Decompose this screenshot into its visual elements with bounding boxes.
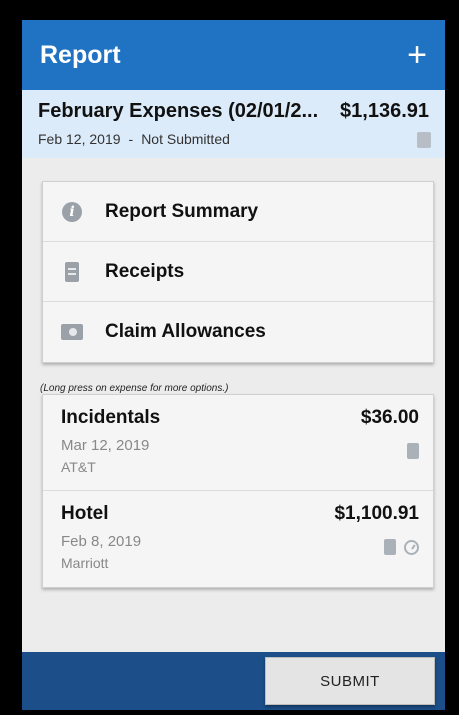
expense-item-incidentals[interactable]: Incidentals $36.00 Mar 12, 2019 AT&T bbox=[43, 395, 433, 491]
receipt-icon bbox=[65, 261, 79, 282]
expense-list: Incidentals $36.00 Mar 12, 2019 AT&T Hot… bbox=[42, 394, 434, 588]
receipt-icon bbox=[384, 539, 396, 555]
info-icon: i bbox=[62, 201, 82, 222]
menu-item-label: Receipts bbox=[105, 260, 185, 282]
expense-item-hotel[interactable]: Hotel $1,100.91 Feb 8, 2019 Marriott bbox=[43, 491, 433, 587]
app-screen: Report + February Expenses (02/01/2... $… bbox=[22, 20, 445, 710]
expense-date: Feb 8, 2019 bbox=[61, 533, 142, 550]
report-status: Not Submitted bbox=[141, 131, 230, 147]
expense-vendor: Marriott bbox=[61, 555, 109, 571]
page-title: Report bbox=[40, 40, 121, 69]
expense-date: Mar 12, 2019 bbox=[61, 437, 150, 454]
menu-item-report-summary[interactable]: i Report Summary bbox=[43, 182, 433, 242]
money-icon bbox=[61, 324, 83, 340]
menu-item-label: Claim Allowances bbox=[105, 321, 266, 342]
menu-item-receipts[interactable]: Receipts bbox=[43, 242, 433, 302]
report-menu: i Report Summary Receipts Claim Allowanc… bbox=[42, 181, 434, 363]
menu-item-label: Report Summary bbox=[105, 200, 259, 222]
receipt-icon bbox=[417, 132, 431, 148]
hint-text: (Long press on expense for more options.… bbox=[40, 383, 229, 394]
menu-item-claim-allowances[interactable]: Claim Allowances bbox=[43, 302, 433, 362]
report-amount: $1,136.91 bbox=[340, 100, 429, 122]
expense-vendor: AT&T bbox=[61, 459, 96, 475]
submit-button[interactable]: SUBMIT bbox=[265, 657, 435, 705]
expense-amount: $1,100.91 bbox=[334, 503, 419, 524]
app-bar: Report + bbox=[22, 20, 445, 90]
report-header[interactable]: February Expenses (02/01/2... $1,136.91 … bbox=[22, 90, 445, 158]
plus-icon[interactable]: + bbox=[407, 38, 427, 72]
bottom-bar: SUBMIT bbox=[22, 652, 445, 710]
report-separator: - bbox=[128, 131, 134, 147]
report-date: Feb 12, 2019 bbox=[38, 131, 121, 147]
receipt-icon bbox=[407, 443, 419, 459]
report-title: February Expenses (02/01/2... bbox=[38, 100, 319, 122]
expense-amount: $36.00 bbox=[360, 407, 419, 428]
clock-icon bbox=[404, 539, 419, 555]
